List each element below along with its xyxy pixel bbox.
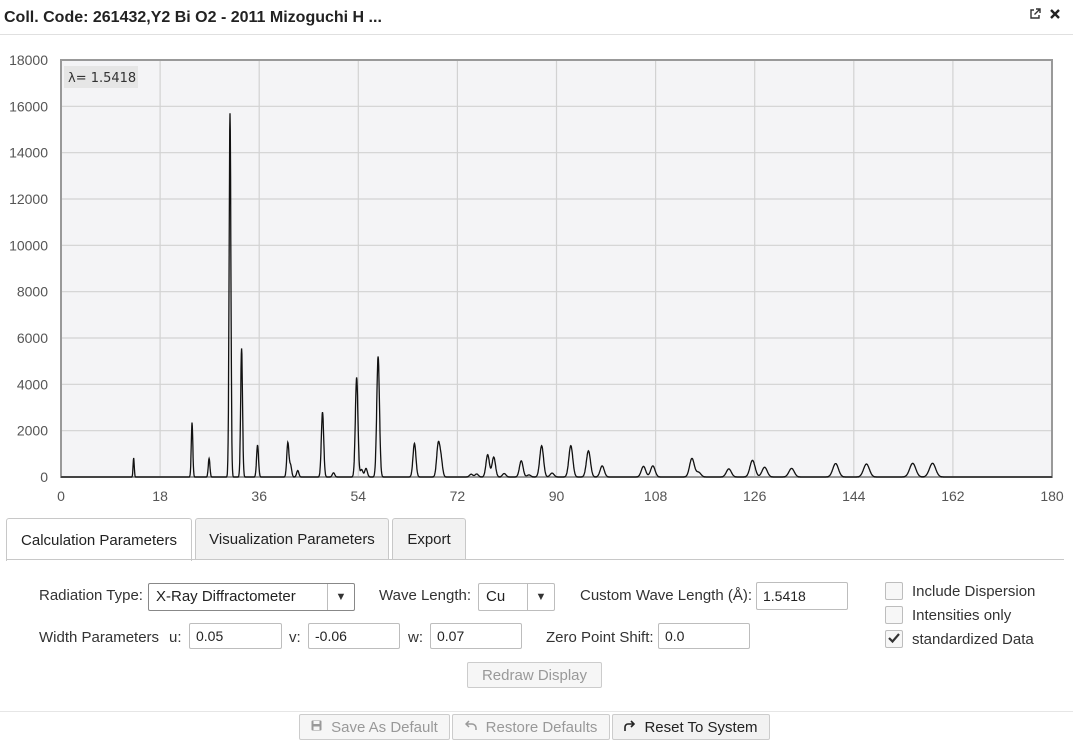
radiation-type-select[interactable]: X-Ray Diffractometer ▼ [148,583,355,611]
chevron-down-icon[interactable]: ▼ [527,584,554,610]
v-label: v: [289,629,301,646]
redraw-display-button[interactable]: Redraw Display [467,662,602,688]
undo-arrow-icon [464,720,477,734]
x-tick-label: 18 [152,488,168,504]
y-tick-label: 6000 [17,330,48,346]
external-link-icon[interactable] [1029,7,1041,23]
close-icon[interactable] [1049,7,1061,23]
y-tick-label: 8000 [17,284,48,300]
tab-calculation-parameters[interactable]: Calculation Parameters [6,518,192,561]
save-as-default-button[interactable]: Save As Default [299,714,450,740]
standardized-data-label: standardized Data [912,631,1034,648]
x-tick-label: 108 [644,488,668,504]
custom-wave-length-label: Custom Wave Length (Å): [580,587,753,604]
zero-point-shift-label: Zero Point Shift: [546,629,654,646]
checkmark-icon [888,633,900,644]
tab-visualization-parameters[interactable]: Visualization Parameters [195,518,389,559]
x-tick-label: 162 [941,488,965,504]
y-tick-label: 16000 [9,98,48,114]
radiation-type-value: X-Ray Diffractometer [156,588,296,605]
intensities-only-label: Intensities only [912,607,1012,624]
chevron-down-icon[interactable]: ▼ [327,584,354,610]
save-as-default-label: Save As Default [331,718,438,736]
u-input[interactable]: 0.05 [189,623,282,649]
x-tick-label: 36 [251,488,267,504]
reset-to-system-button[interactable]: Reset To System [612,714,770,740]
width-parameters-label: Width Parameters [39,629,160,646]
radiation-type-label: Radiation Type: [39,587,143,604]
wave-length-value: Cu [486,588,506,605]
y-tick-label: 14000 [9,145,48,161]
include-dispersion-label: Include Dispersion [912,583,1036,600]
tab-export[interactable]: Export [392,518,466,559]
y-tick-label: 4000 [17,376,48,392]
y-tick-label: 10000 [9,237,48,253]
x-tick-label: 180 [1040,488,1064,504]
w-input[interactable]: 0.07 [430,623,522,649]
include-dispersion-checkbox[interactable] [885,582,903,600]
tab-divider [6,559,1064,560]
restore-defaults-button[interactable]: Restore Defaults [452,714,610,740]
standardized-data-checkbox[interactable] [885,630,903,648]
return-arrow-icon [624,719,636,735]
footer-divider [0,711,1073,712]
y-tick-label: 12000 [9,191,48,207]
y-tick-label: 2000 [17,423,48,439]
window-title: Coll. Code: 261432,Y2 Bi O2 - 2011 Mizog… [4,9,382,26]
window-titlebar: Coll. Code: 261432,Y2 Bi O2 - 2011 Mizog… [0,0,1073,35]
wave-length-select[interactable]: Cu ▼ [478,583,555,611]
x-tick-label: 144 [842,488,866,504]
wave-length-label: Wave Length: [379,587,471,604]
diffraction-chart: λ= 1.5418 0 18 36 54 72 90 108 126 144 162 180 0 200… [9,52,1064,504]
intensities-only-checkbox[interactable] [885,606,903,624]
x-tick-label: 0 [57,488,65,504]
custom-wave-length-input[interactable]: 1.5418 [756,582,848,610]
x-tick-label: 72 [450,488,466,504]
reset-to-system-label: Reset To System [644,718,758,736]
x-tick-label: 54 [351,488,367,504]
y-tick-label: 0 [40,469,48,485]
zero-point-shift-input[interactable]: 0.0 [658,623,750,649]
x-tick-label: 126 [743,488,767,504]
floppy-disk-icon [311,720,322,734]
x-tick-label: 90 [549,488,565,504]
v-input[interactable]: -0.06 [308,623,400,649]
restore-defaults-label: Restore Defaults [485,718,598,736]
lambda-annotation: λ= 1.5418 [68,71,136,86]
u-label: u: [169,629,182,646]
w-label: w: [408,629,423,646]
y-tick-label: 18000 [9,52,48,68]
